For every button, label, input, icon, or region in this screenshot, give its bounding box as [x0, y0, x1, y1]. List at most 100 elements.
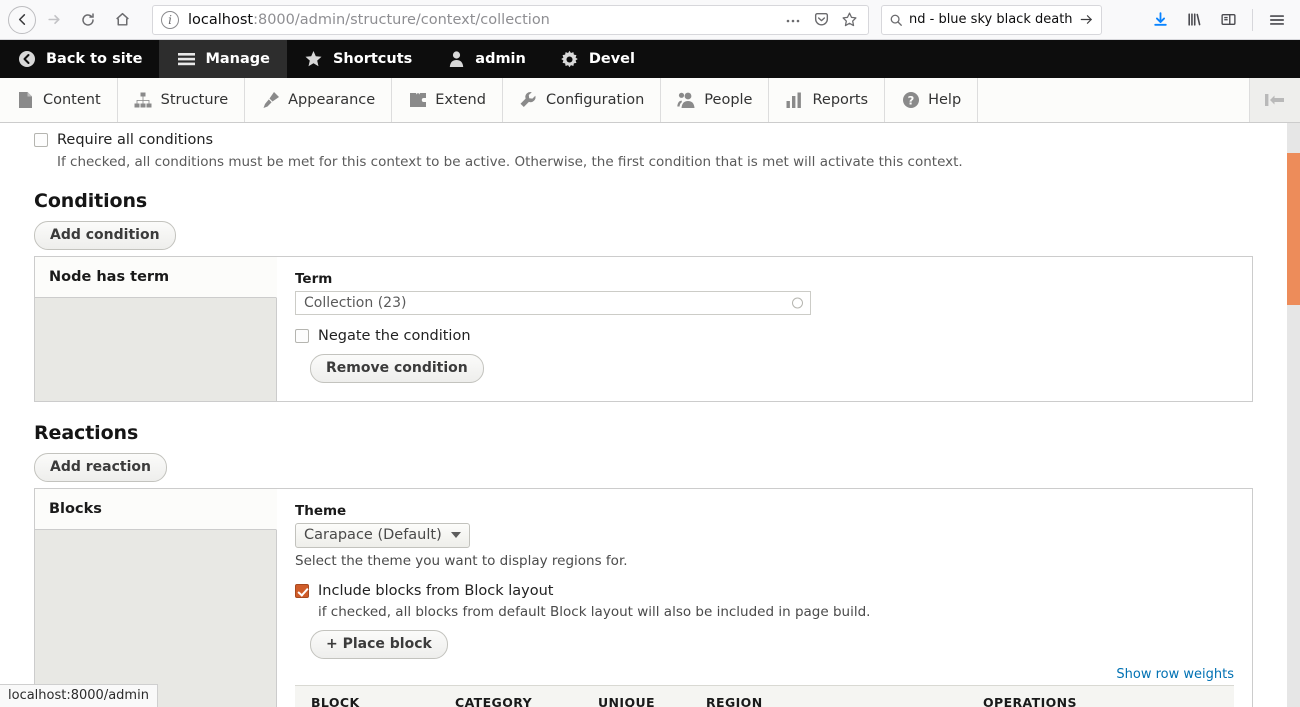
hamburger-menu-icon: [176, 49, 196, 69]
toolbar-divider: [1252, 9, 1253, 31]
theme-field-label: Theme: [295, 503, 1234, 519]
menu-label: Reports: [812, 92, 868, 108]
reactions-heading: Reactions: [34, 422, 1253, 444]
toolbar-item-devel[interactable]: Devel: [543, 40, 652, 78]
negate-condition-label: Negate the condition: [318, 329, 471, 344]
term-autocomplete-input[interactable]: Collection (23): [295, 291, 811, 315]
forward-arrow-icon: [46, 11, 63, 28]
forward-button[interactable]: [38, 4, 70, 36]
tab-blocks[interactable]: Blocks: [35, 489, 277, 530]
remove-condition-button[interactable]: Remove condition: [310, 354, 484, 383]
people-icon: [677, 91, 696, 110]
page-content: Require all conditions If checked, all c…: [0, 123, 1300, 707]
file-icon: [16, 91, 35, 110]
menu-label: Help: [928, 92, 961, 108]
require-all-conditions-checkbox[interactable]: [34, 133, 48, 147]
negate-condition-checkbox[interactable]: [295, 329, 309, 343]
conditions-vertical-tabs: Node has term Term Collection (23) Negat…: [34, 256, 1253, 402]
include-blocks-row[interactable]: Include blocks from Block layout: [295, 584, 1234, 599]
wrench-icon: [519, 91, 538, 110]
url-host: localhost: [188, 12, 253, 28]
toolbar-label: admin: [475, 51, 526, 67]
download-icon[interactable]: [1145, 5, 1175, 35]
negate-condition-row[interactable]: Negate the condition: [295, 329, 1234, 344]
toolbar-label: Back to site: [46, 51, 142, 67]
menu-item-help[interactable]: ? Help: [885, 78, 978, 122]
tab-node-has-term[interactable]: Node has term: [35, 257, 277, 298]
include-blocks-checkbox[interactable]: [295, 584, 309, 598]
require-all-conditions-row[interactable]: Require all conditions: [34, 133, 1253, 148]
reactions-tab-pane: Theme Carapace (Default) Select the them…: [277, 489, 1252, 707]
hamburger-menu-icon[interactable]: [1262, 5, 1292, 35]
toolbar-item-manage[interactable]: Manage: [159, 40, 287, 78]
menu-item-configuration[interactable]: Configuration: [503, 78, 661, 122]
reactions-tab-nav: Blocks: [35, 489, 277, 707]
add-reaction-button[interactable]: Add reaction: [34, 453, 167, 482]
back-button[interactable]: [8, 6, 36, 34]
menu-label: Content: [43, 92, 101, 108]
add-condition-button[interactable]: Add condition: [34, 221, 176, 250]
column-header-block: BLOCK: [295, 686, 455, 707]
url-path: :8000/admin/structure/context/collection: [253, 12, 550, 28]
site-info-icon[interactable]: i: [161, 11, 179, 29]
toolbar-item-back-to-site[interactable]: Back to site: [0, 40, 159, 78]
column-header-unique: UNIQUE: [598, 686, 706, 707]
arrow-right-icon[interactable]: [1079, 12, 1094, 27]
sidebar-icon[interactable]: [1213, 5, 1243, 35]
term-field-label: Term: [295, 271, 1234, 287]
menu-item-structure[interactable]: Structure: [118, 78, 245, 122]
library-icon[interactable]: [1179, 5, 1209, 35]
toolbar-label: Devel: [589, 51, 635, 67]
paintbrush-icon: [261, 91, 280, 110]
toolbar-item-admin-user[interactable]: admin: [429, 40, 543, 78]
term-input-value: Collection (23): [304, 295, 406, 311]
menu-label: Extend: [435, 92, 486, 108]
reload-icon: [80, 12, 96, 28]
status-bar-link-preview: localhost:8000/admin: [0, 684, 158, 707]
menu-label: Structure: [161, 92, 228, 108]
menu-spacer: [978, 78, 1250, 122]
page-actions-ellipsis-icon[interactable]: [782, 9, 804, 31]
menu-label: People: [704, 92, 752, 108]
svg-text:?: ?: [907, 93, 914, 107]
menu-item-content[interactable]: Content: [0, 78, 118, 122]
pocket-icon[interactable]: [810, 9, 832, 31]
autocomplete-throbber-icon: [792, 298, 803, 309]
bar-chart-icon: [785, 91, 804, 110]
collapse-toolbar-icon[interactable]: [1250, 78, 1300, 122]
search-input-value[interactable]: nd - blue sky black death: [909, 12, 1073, 27]
place-block-button[interactable]: + Place block: [310, 630, 448, 659]
conditions-tab-nav: Node has term: [35, 257, 277, 401]
chevron-down-icon: [451, 532, 461, 538]
star-icon: [304, 49, 324, 69]
puzzle-piece-icon: [408, 91, 427, 110]
user-icon: [446, 49, 466, 69]
menu-item-people[interactable]: People: [661, 78, 769, 122]
theme-select[interactable]: Carapace (Default): [295, 523, 470, 548]
reload-button[interactable]: [72, 4, 104, 36]
back-circle-icon: [17, 49, 37, 69]
column-header-region: REGION: [706, 686, 983, 707]
menu-item-reports[interactable]: Reports: [769, 78, 885, 122]
toolbar-label: Shortcuts: [333, 51, 412, 67]
theme-select-value: Carapace (Default): [304, 527, 442, 543]
reactions-vertical-tabs: Blocks Theme Carapace (Default) Select t…: [34, 488, 1253, 707]
bookmark-star-icon[interactable]: [838, 9, 860, 31]
require-all-conditions-description: If checked, all conditions must be met f…: [57, 154, 1253, 170]
menu-label: Appearance: [288, 92, 375, 108]
theme-description: Select the theme you want to display reg…: [295, 553, 1234, 569]
menu-item-appearance[interactable]: Appearance: [245, 78, 392, 122]
url-bar[interactable]: i localhost:8000/admin/structure/context…: [152, 5, 869, 35]
home-button[interactable]: [106, 4, 138, 36]
browser-right-actions: [1139, 5, 1292, 35]
page-scrollbar[interactable]: [1287, 123, 1300, 707]
search-bar[interactable]: nd - blue sky black death: [881, 5, 1102, 35]
search-icon: [889, 13, 903, 27]
menu-item-extend[interactable]: Extend: [392, 78, 503, 122]
show-row-weights-link[interactable]: Show row weights: [295, 667, 1234, 682]
home-icon: [114, 11, 131, 28]
require-all-conditions-label: Require all conditions: [57, 133, 213, 148]
include-blocks-description: if checked, all blocks from default Bloc…: [318, 604, 1234, 620]
page-scrollbar-thumb[interactable]: [1287, 153, 1300, 305]
toolbar-item-shortcuts[interactable]: Shortcuts: [287, 40, 429, 78]
